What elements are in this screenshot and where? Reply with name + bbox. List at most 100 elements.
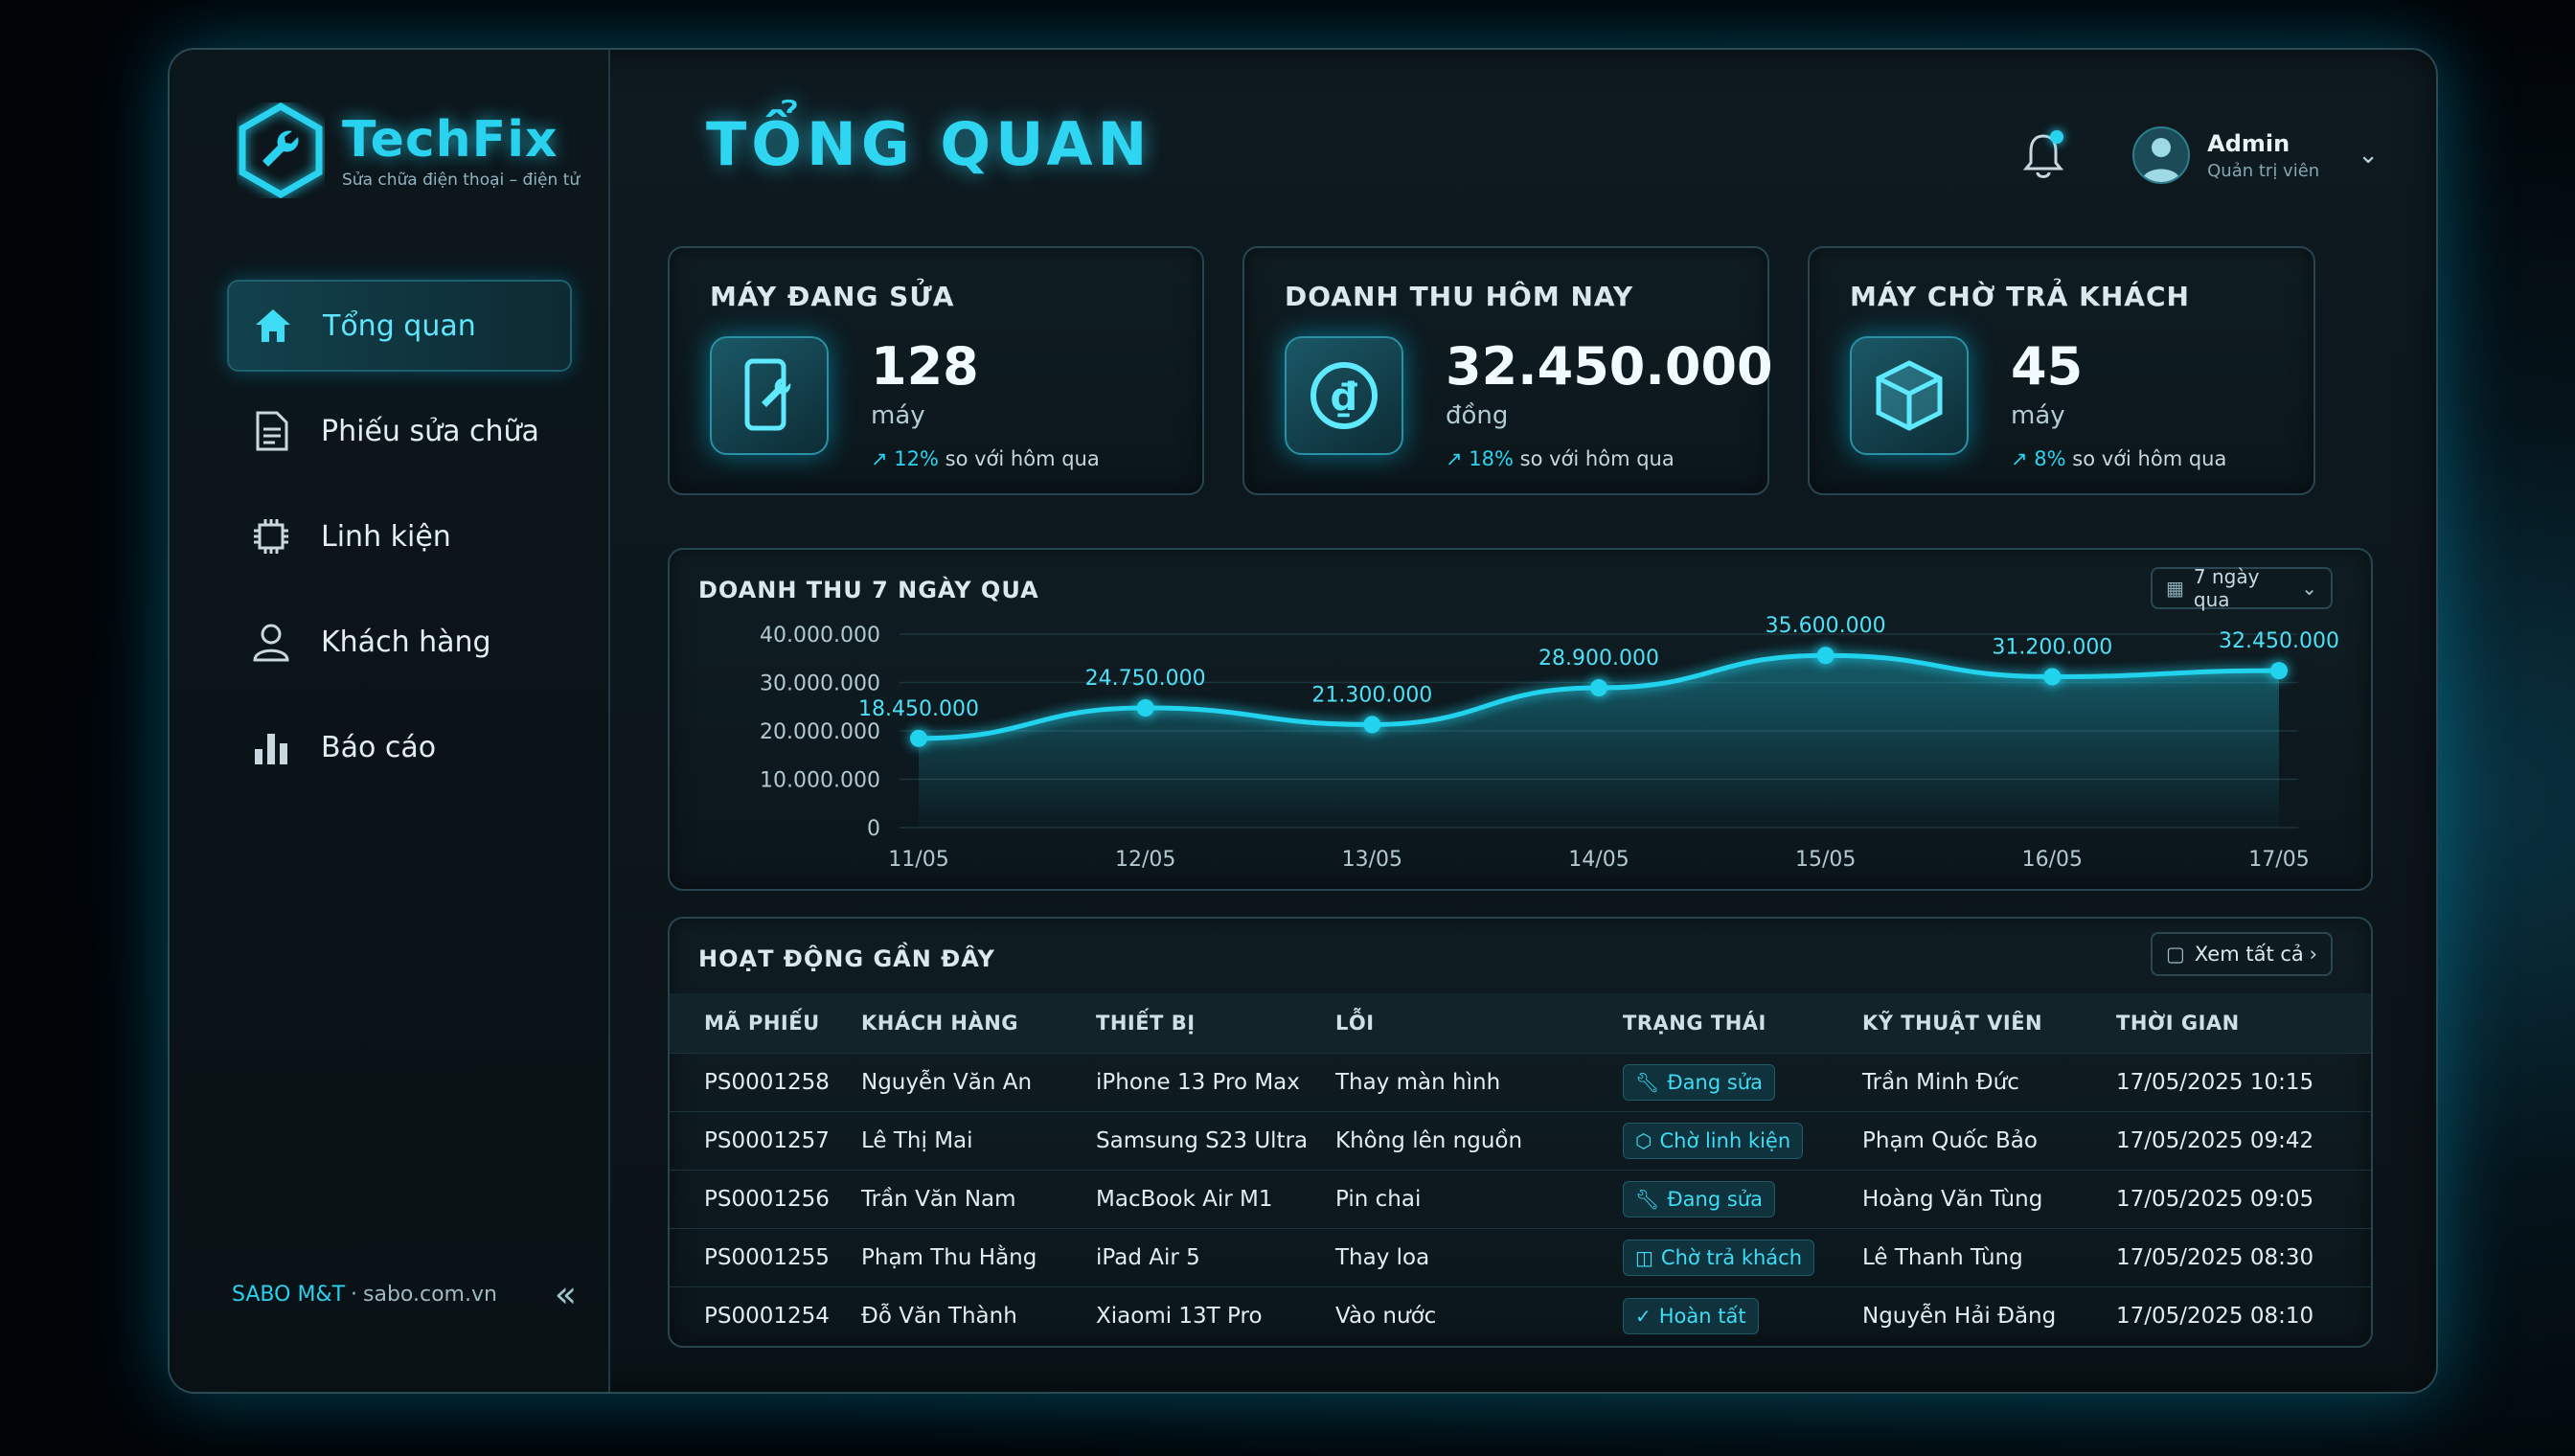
table-header-row: MÃ PHIẾU KHÁCH HÀNG THIẾT BỊ LỖI TRẠNG T…: [670, 993, 2371, 1053]
collapse-sidebar-icon[interactable]: «: [555, 1273, 577, 1315]
cell-issue: Thay loa: [1335, 1227, 1623, 1286]
user-icon: [248, 619, 294, 665]
wrench-icon: 🔧︎: [1635, 1187, 1660, 1211]
sidebar-nav: Tổng quan Phiếu sửa chữa Linh kiện Khách…: [227, 280, 572, 807]
cell-technician: Hoàng Văn Tùng: [1862, 1169, 2116, 1228]
sidebar-footer: SABO M&T · sabo.com.vn «: [232, 1273, 577, 1315]
stat-trend-text: so với hôm qua: [2072, 447, 2227, 470]
y-tick-label: 0: [867, 817, 880, 841]
sidebar-item-label: Linh kiện: [321, 519, 451, 554]
y-tick-label: 10.000.000: [760, 769, 880, 793]
cell-id: PS0001255: [670, 1227, 861, 1286]
status-badge: ✓ Hoàn tất: [1623, 1297, 1759, 1334]
date-range-select[interactable]: ▦ 7 ngày qua ⌄: [2151, 565, 2333, 611]
data-point: [910, 729, 927, 747]
cell-status: 🔧︎ Đang sửa: [1623, 1052, 1862, 1111]
column-header[interactable]: THIẾT BỊ: [1096, 993, 1335, 1053]
data-point: [1136, 699, 1154, 717]
data-label: 35.600.000: [1766, 614, 1886, 638]
bar-chart-icon: [248, 724, 294, 770]
chart-title: DOANH THU 7 NGÀY QUA: [698, 577, 1039, 603]
cell-time: 17/05/2025 09:42: [2116, 1110, 2371, 1170]
cell-issue: Thay màn hình: [1335, 1052, 1623, 1111]
check-icon: ✓: [1635, 1304, 1652, 1328]
cell-time: 17/05/2025 08:10: [2116, 1285, 2371, 1345]
view-all-button[interactable]: ▢ Xem tất cả ›: [2151, 932, 2333, 976]
table-row[interactable]: PS0001257 Lê Thị Mai Samsung S23 Ultra K…: [670, 1110, 2371, 1170]
table-row[interactable]: PS0001258 Nguyễn Văn An iPhone 13 Pro Ma…: [670, 1052, 2371, 1111]
data-label: 31.200.000: [1992, 635, 2112, 659]
data-point: [2043, 668, 2062, 686]
stat-trend-pct: 18%: [1469, 447, 1514, 470]
footer-site[interactable]: sabo.com.vn: [363, 1283, 497, 1307]
stat-trend: ↗ 18% so với hôm qua: [1446, 447, 1675, 470]
x-tick-label: 13/05: [1342, 848, 1402, 872]
footer-brand[interactable]: SABO M&T: [232, 1283, 345, 1307]
logo[interactable]: TechFix Sửa chữa điện thoại – điện tử: [237, 102, 580, 198]
column-header[interactable]: MÃ PHIẾU: [670, 993, 861, 1053]
column-header[interactable]: LỖI: [1335, 993, 1623, 1053]
stat-card-may-dang-sua: MÁY ĐANG SỬA 128 máy ↗ 12% so với hôm qu…: [668, 246, 1204, 495]
stat-trend-text: so với hôm qua: [1519, 447, 1675, 470]
sidebar: TechFix Sửa chữa điện thoại – điện tử Tổ…: [170, 50, 610, 1392]
column-header[interactable]: TRẠNG THÁI: [1623, 993, 1862, 1053]
x-tick-label: 17/05: [2248, 848, 2309, 872]
user-info[interactable]: Admin Quản trị viên: [2207, 130, 2319, 181]
chevron-right-icon: ›: [2309, 943, 2317, 966]
cell-customer: Lê Thị Mai: [861, 1110, 1096, 1170]
avatar[interactable]: [2132, 126, 2191, 184]
sidebar-item-bao-cao[interactable]: Báo cáo: [227, 701, 572, 793]
cell-status: ⬡ Chờ linh kiện: [1623, 1110, 1862, 1170]
chevron-down-icon: ⌄: [2301, 577, 2317, 600]
sidebar-item-khach-hang[interactable]: Khách hàng: [227, 596, 572, 688]
table-row[interactable]: PS0001254 Đỗ Văn Thành Xiaomi 13T Pro Và…: [670, 1285, 2371, 1345]
status-label: Đang sửa: [1667, 1187, 1763, 1211]
data-point: [1363, 716, 1381, 734]
external-link-icon: ▢: [2166, 943, 2185, 966]
chevron-down-icon[interactable]: ⌄: [2358, 141, 2379, 170]
data-label: 28.900.000: [1538, 647, 1659, 671]
table-row[interactable]: PS0001256 Trần Văn Nam MacBook Air M1 Pi…: [670, 1169, 2371, 1228]
activity-title: HOẠT ĐỘNG GẦN ĐÂY: [698, 945, 995, 972]
sidebar-item-tong-quan[interactable]: Tổng quan: [227, 280, 572, 372]
x-tick-label: 11/05: [888, 848, 948, 872]
stat-value: 32.450.000: [1446, 336, 1773, 397]
phone-repair-icon: [710, 336, 829, 455]
user-name: Admin: [2207, 129, 2290, 157]
column-header[interactable]: THỜI GIAN: [2116, 993, 2371, 1053]
user-role: Quản trị viên: [2207, 160, 2320, 181]
topbar-actions: Admin Quản trị viên ⌄: [2021, 126, 2379, 184]
sidebar-item-phieu-sua-chua[interactable]: Phiếu sửa chữa: [227, 385, 572, 477]
sidebar-item-label: Báo cáo: [321, 730, 437, 764]
cell-device: MacBook Air M1: [1096, 1169, 1335, 1228]
data-label: 21.300.000: [1311, 683, 1432, 707]
stat-trend-text: so với hôm qua: [945, 447, 1100, 470]
svg-text:₫: ₫: [1331, 375, 1357, 420]
status-label: Chờ linh kiện: [1659, 1128, 1791, 1152]
sidebar-item-linh-kien[interactable]: Linh kiện: [227, 490, 572, 582]
cell-id: PS0001258: [670, 1052, 861, 1111]
stat-trend-pct: 8%: [2034, 447, 2066, 470]
trend-up-icon: ↗: [2011, 447, 2035, 470]
cell-id: PS0001254: [670, 1285, 861, 1345]
x-tick-label: 14/05: [1568, 848, 1629, 872]
data-point: [1590, 679, 1607, 697]
stat-label: DOANH THU HÔM NAY: [1285, 281, 1634, 312]
page-title: TỔNG QUAN: [706, 109, 1152, 179]
sidebar-item-label: Khách hàng: [321, 625, 491, 659]
cell-device: iPhone 13 Pro Max: [1096, 1052, 1335, 1111]
stat-trend-pct: 12%: [894, 447, 939, 470]
cell-time: 17/05/2025 08:30: [2116, 1227, 2371, 1286]
column-header[interactable]: KHÁCH HÀNG: [861, 993, 1096, 1053]
stat-label: MÁY CHỜ TRẢ KHÁCH: [1850, 281, 2190, 312]
cell-device: Xiaomi 13T Pro: [1096, 1285, 1335, 1345]
cell-id: PS0001256: [670, 1169, 861, 1228]
table-row[interactable]: PS0001255 Phạm Thu Hằng iPad Air 5 Thay …: [670, 1227, 2371, 1286]
column-header[interactable]: KỸ THUẬT VIÊN: [1862, 993, 2116, 1053]
x-tick-label: 12/05: [1115, 848, 1175, 872]
y-tick-label: 20.000.000: [760, 720, 880, 744]
x-tick-label: 16/05: [2022, 848, 2083, 872]
sidebar-item-label: Tổng quan: [323, 308, 476, 343]
status-badge: ⬡ Chờ linh kiện: [1623, 1122, 1804, 1159]
notification-bell-icon[interactable]: [2021, 130, 2065, 180]
